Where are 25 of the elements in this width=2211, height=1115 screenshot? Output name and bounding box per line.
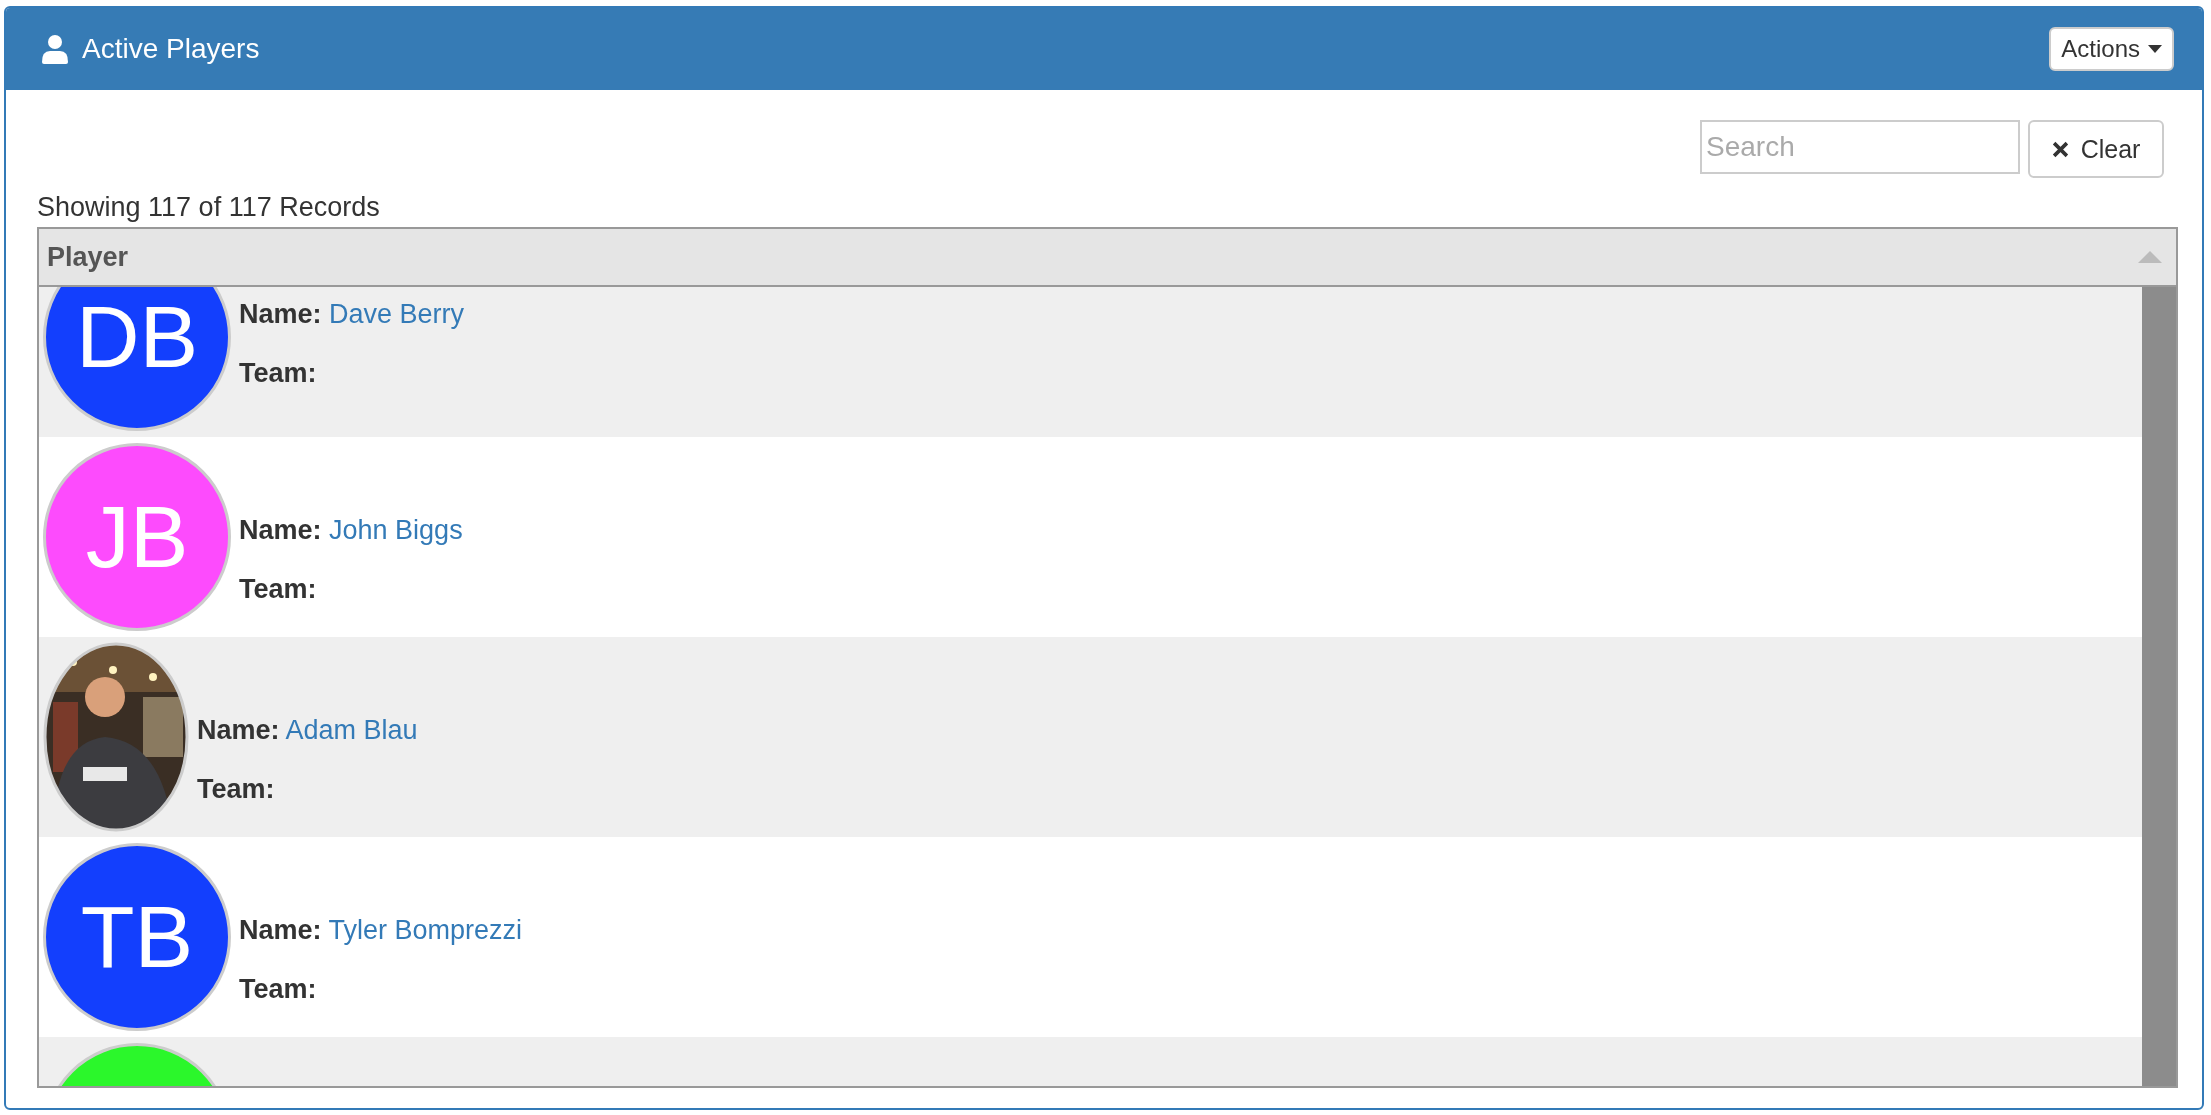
avatar: JB	[43, 443, 231, 631]
search-field[interactable]: Search	[1700, 120, 2020, 174]
user-icon	[42, 34, 68, 64]
close-icon	[2051, 140, 2069, 158]
panel-title: Active Players	[82, 33, 260, 65]
player-name-link[interactable]: Tyler Bomprezzi	[328, 915, 523, 945]
player-name: Name: Adam Blau	[197, 715, 418, 746]
team-label: Team:	[239, 574, 318, 605]
caret-icon	[2148, 45, 2162, 53]
team-label: Team:	[239, 974, 318, 1005]
actions-button[interactable]: Actions	[2049, 27, 2174, 71]
scrollbar[interactable]	[2142, 287, 2176, 1086]
player-name-link[interactable]: Adam Blau	[285, 715, 418, 745]
record-count: Showing 117 of 117 Records	[37, 192, 381, 223]
column-header[interactable]: Player	[39, 229, 2176, 287]
avatar: TB	[43, 843, 231, 1031]
clear-button[interactable]: Clear	[2028, 120, 2164, 178]
player-name: Name: John Biggs	[239, 515, 463, 546]
player-name-link[interactable]: Dave Berry	[329, 299, 465, 329]
player-name: Name: Dave Berry	[239, 299, 465, 330]
player-name: Name: Tyler Bomprezzi	[239, 915, 523, 946]
team-label: Team:	[239, 358, 318, 389]
team-label: Team:	[197, 774, 276, 805]
player-name-link[interactable]: John Biggs	[329, 515, 463, 545]
avatar: DB	[43, 287, 231, 431]
